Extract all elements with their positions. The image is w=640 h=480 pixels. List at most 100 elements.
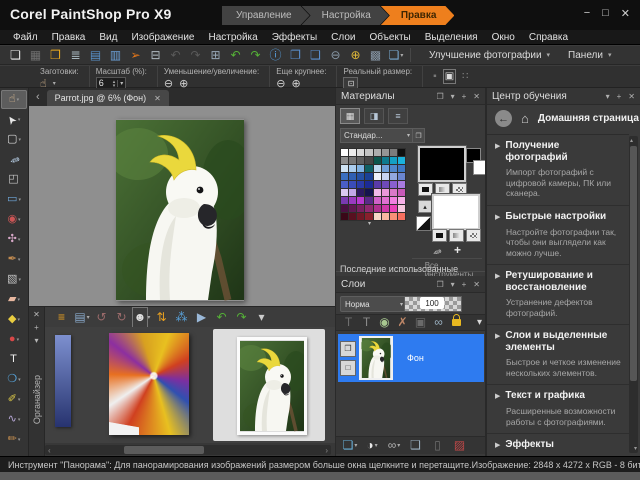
color-swatch[interactable] bbox=[382, 189, 389, 196]
color-swatch[interactable] bbox=[349, 165, 356, 172]
undo-button[interactable]: ↶ bbox=[213, 309, 231, 326]
color-swatch[interactable] bbox=[357, 157, 364, 164]
menu-item[interactable]: Слои bbox=[324, 32, 362, 43]
color-swatch[interactable] bbox=[398, 181, 405, 188]
color-swatch[interactable] bbox=[357, 181, 364, 188]
color-swatch[interactable] bbox=[365, 181, 372, 188]
menu-item[interactable]: Изображение bbox=[124, 32, 201, 43]
color-swatch[interactable] bbox=[349, 181, 356, 188]
color-swatch[interactable] bbox=[382, 165, 389, 172]
gradient-tool[interactable]: ▧ ▾ bbox=[1, 270, 27, 289]
panels-button[interactable]: Панели ▾ bbox=[564, 50, 615, 61]
color-swatch[interactable] bbox=[341, 197, 348, 204]
menu-item[interactable]: Окно bbox=[485, 32, 522, 43]
thumbnail-balloon[interactable] bbox=[109, 333, 189, 435]
color-swatch[interactable] bbox=[357, 213, 364, 220]
browse-button[interactable]: ▦ bbox=[26, 47, 46, 64]
color-swatch[interactable] bbox=[341, 181, 348, 188]
undo-disabled-button[interactable]: ↶ bbox=[166, 47, 186, 64]
image-info-button[interactable]: ▤ ▾ bbox=[73, 309, 91, 326]
panel-menu-icon[interactable]: ❐ bbox=[436, 280, 443, 289]
chevron-down-icon[interactable]: ▾ bbox=[451, 92, 455, 101]
dropper-icon[interactable]: ✎ bbox=[429, 245, 443, 257]
black-white-reset-button[interactable] bbox=[416, 216, 431, 231]
color-swatch[interactable] bbox=[365, 165, 372, 172]
organizer-menu-button[interactable]: ≡ bbox=[53, 309, 71, 326]
scroll-up-icon[interactable]: ▴ bbox=[630, 137, 633, 144]
color-swatch[interactable] bbox=[349, 149, 356, 156]
menu-item[interactable]: Выделения bbox=[418, 32, 485, 43]
redo-disabled-button[interactable]: ↷ bbox=[186, 47, 206, 64]
color-swatch[interactable] bbox=[390, 165, 397, 172]
foreground-color-swatch[interactable] bbox=[418, 146, 466, 182]
color-swatch[interactable] bbox=[382, 197, 389, 204]
color-swatch[interactable] bbox=[390, 181, 397, 188]
close-icon[interactable]: ✕ bbox=[473, 280, 480, 289]
background-color-swatch[interactable] bbox=[432, 194, 480, 230]
color-swatch[interactable] bbox=[365, 213, 372, 220]
redo-button[interactable]: ↷ bbox=[233, 309, 251, 326]
color-swatch[interactable] bbox=[382, 157, 389, 164]
color-swatch[interactable] bbox=[357, 173, 364, 180]
color-swatch[interactable] bbox=[357, 149, 364, 156]
text-tool-button[interactable]: T bbox=[340, 315, 357, 330]
lock-button[interactable] bbox=[448, 315, 465, 330]
makeover-tool[interactable]: ✣ ▾ bbox=[1, 230, 27, 249]
add-swatch-icon[interactable]: + bbox=[454, 243, 461, 257]
highlight-button[interactable]: ▣ bbox=[412, 315, 429, 330]
color-swatch[interactable] bbox=[349, 173, 356, 180]
color-swatch[interactable] bbox=[374, 189, 381, 196]
maximize-button[interactable]: □ bbox=[602, 7, 609, 20]
close-icon[interactable]: ✕ bbox=[154, 94, 161, 103]
color-swatch[interactable] bbox=[374, 165, 381, 172]
zoom-in-button[interactable]: ⊕ bbox=[346, 47, 366, 64]
bg-gradient-button[interactable] bbox=[449, 229, 464, 242]
share-button[interactable]: ⁂ bbox=[173, 309, 191, 326]
vertical-scrollbar[interactable]: ▴ ▾ bbox=[629, 136, 638, 453]
gradient-tab[interactable]: ◨ bbox=[364, 108, 384, 124]
menu-item[interactable]: Эффекты bbox=[265, 32, 324, 43]
color-swatch[interactable] bbox=[382, 181, 389, 188]
picture-tube-tool[interactable]: ● ▾ bbox=[1, 330, 27, 349]
visibility-button[interactable]: ◉ bbox=[376, 315, 393, 330]
bg-pattern-button[interactable] bbox=[466, 229, 481, 242]
zoom-out-button[interactable]: ⊖ bbox=[326, 47, 346, 64]
close-icon[interactable]: ✕ bbox=[33, 310, 40, 319]
color-swatch[interactable] bbox=[365, 205, 372, 212]
color-swatch[interactable] bbox=[390, 157, 397, 164]
layer-link-toggle[interactable]: □ bbox=[340, 360, 356, 376]
tab-adjust[interactable]: Настройка bbox=[302, 6, 389, 25]
warp-brush-tool[interactable]: ∿ ▾ bbox=[1, 410, 27, 429]
color-swatch[interactable] bbox=[390, 149, 397, 156]
scroll-down-icon[interactable]: ▾ bbox=[634, 445, 637, 452]
color-swatch[interactable] bbox=[374, 181, 381, 188]
print-button[interactable]: ⊟ bbox=[146, 47, 166, 64]
learning-section[interactable]: ▶ Текст и графика Расширенные возможност… bbox=[487, 385, 629, 434]
color-swatch[interactable] bbox=[382, 205, 389, 212]
color-swatch[interactable] bbox=[398, 213, 405, 220]
revert-button[interactable]: ↶ bbox=[226, 47, 246, 64]
color-swatch[interactable] bbox=[390, 173, 397, 180]
color-swatch[interactable] bbox=[398, 189, 405, 196]
link-layers-button[interactable]: ∞ bbox=[430, 315, 447, 330]
pin-icon[interactable]: + bbox=[34, 323, 39, 332]
color-swatch[interactable] bbox=[365, 189, 372, 196]
color-swatch[interactable] bbox=[390, 197, 397, 204]
flood-fill-tool[interactable]: ◆ ▾ bbox=[1, 310, 27, 329]
color-swatch[interactable] bbox=[398, 197, 405, 204]
color-swatch[interactable] bbox=[341, 157, 348, 164]
save-button[interactable]: ▤ bbox=[86, 47, 106, 64]
color-swatch[interactable] bbox=[374, 213, 381, 220]
new-button[interactable]: ❏ bbox=[6, 47, 26, 64]
minimize-button[interactable]: − bbox=[584, 7, 590, 20]
close-icon[interactable]: ✕ bbox=[628, 92, 635, 101]
learning-section[interactable]: ▶ Слои и выделенные элементы Быстрое и ч… bbox=[487, 325, 629, 385]
edit-selection-button[interactable]: ✗ bbox=[394, 315, 411, 330]
bg-color-button[interactable] bbox=[432, 229, 447, 242]
scrollbar-track[interactable] bbox=[54, 446, 323, 454]
color-swatch[interactable] bbox=[341, 165, 348, 172]
fg-color-button[interactable] bbox=[418, 183, 433, 196]
chevron-down-icon[interactable]: ▾ bbox=[477, 317, 482, 328]
learning-section[interactable]: ▶ Получение фотографий Импорт фотографий… bbox=[487, 135, 629, 206]
new-mask-button[interactable]: ◑ ▾ bbox=[362, 437, 382, 454]
